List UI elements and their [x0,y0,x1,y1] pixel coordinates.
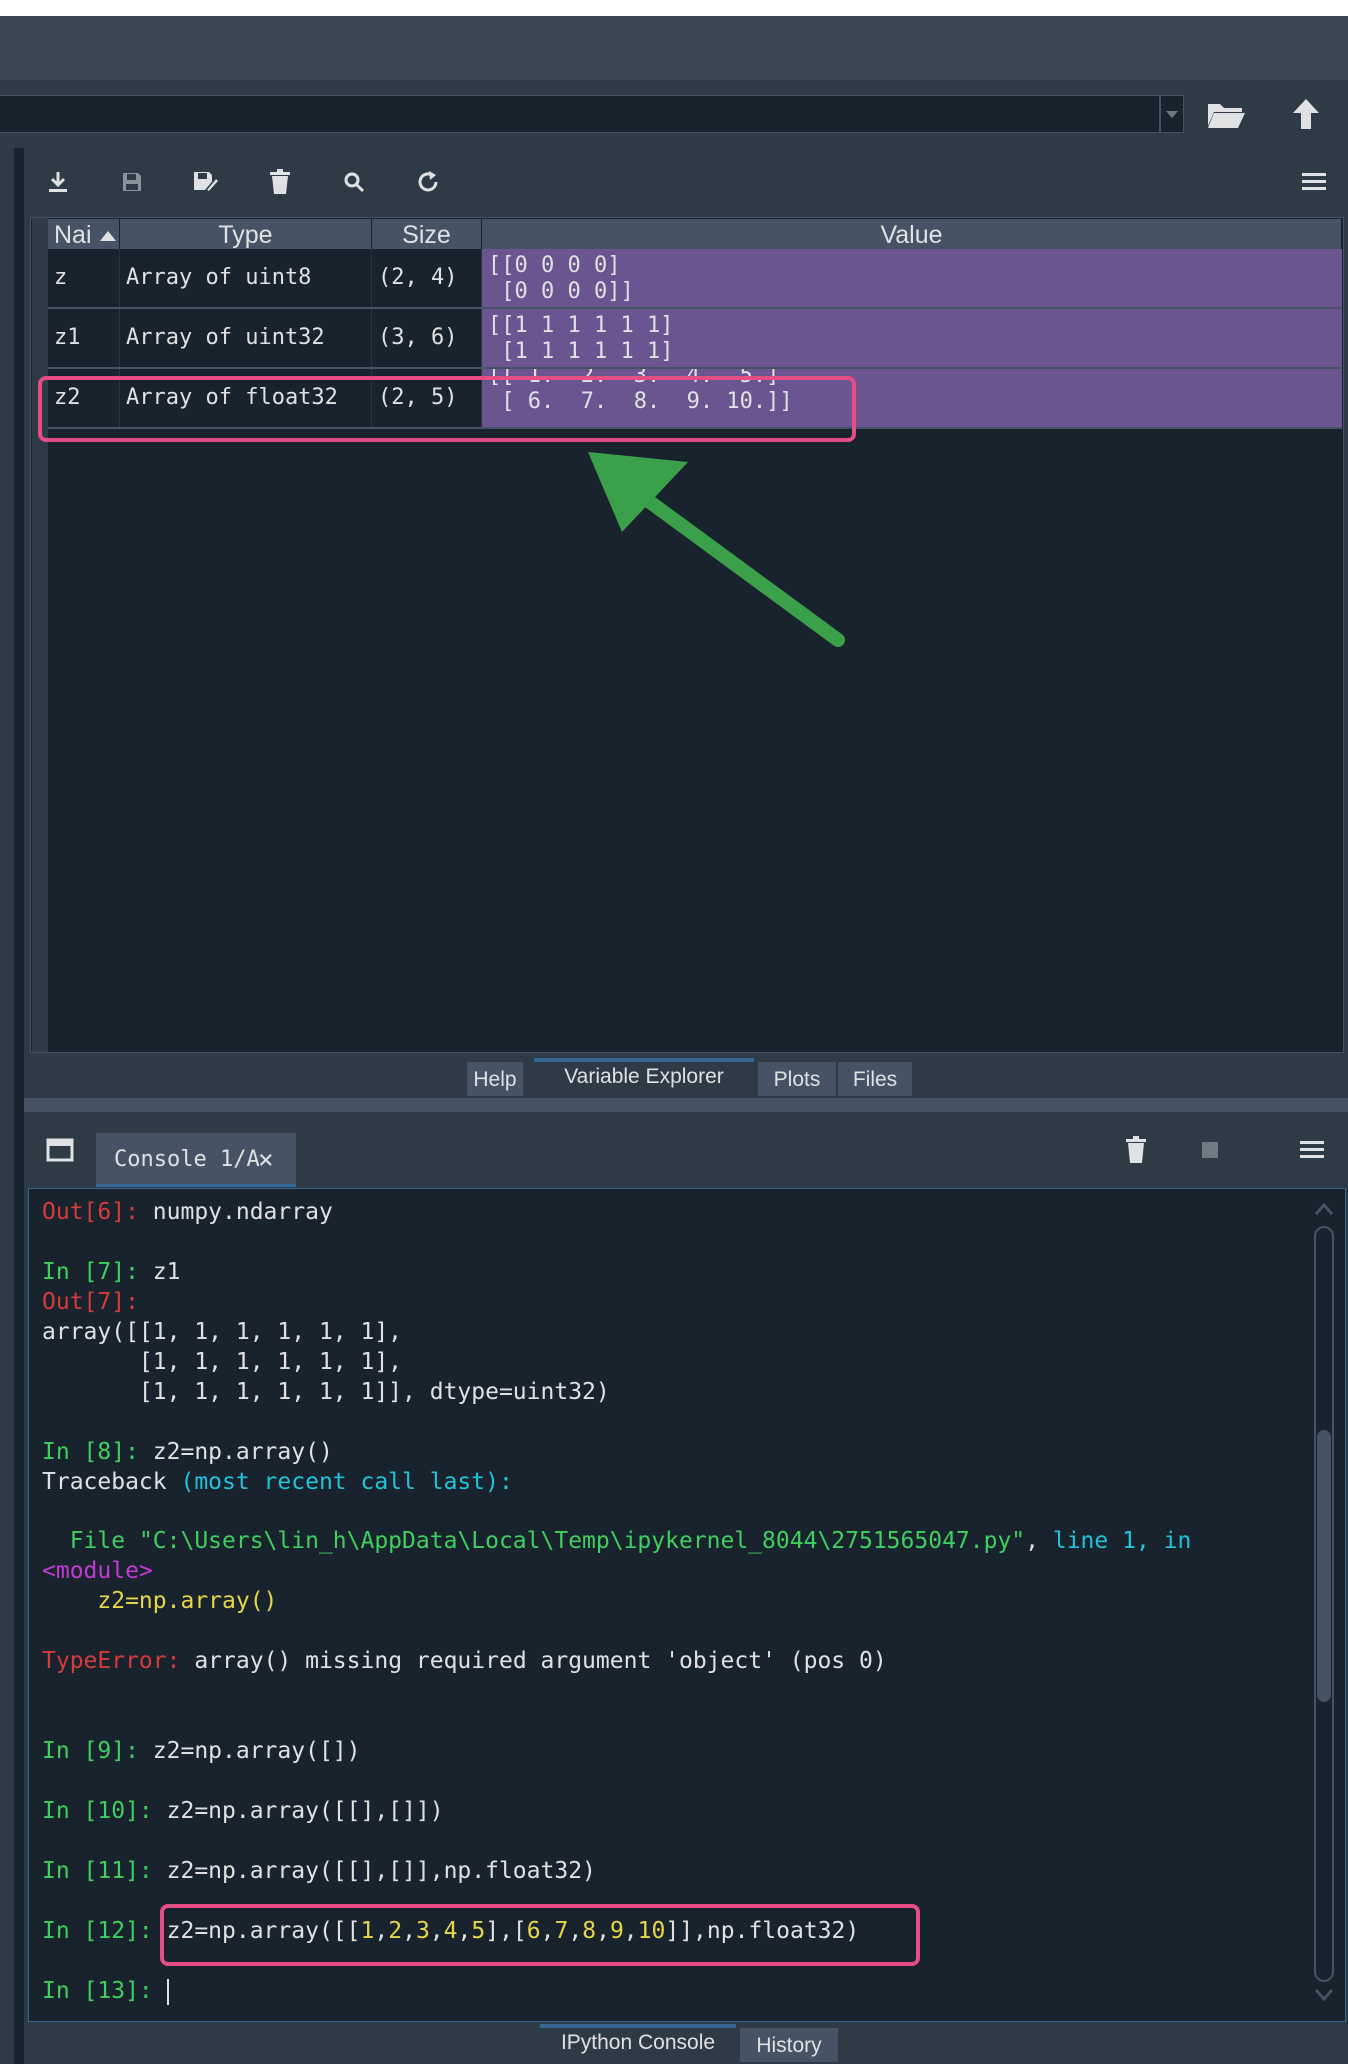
console-line: [1, 1, 1, 1, 1, 1]], dtype=uint32) [42,1379,610,1405]
file-path: "C:\Users\lin_h\AppData\Local\Temp\ipyke… [138,1528,1026,1554]
stop-icon[interactable] [1188,1128,1232,1172]
console-line: Traceback (most recent call last): [42,1467,513,1497]
console-line: [1, 1, 1, 1, 1, 1], [42,1349,403,1375]
console-line: In [9]: z2=np.array([]) [42,1736,361,1766]
console-line: File "C:\Users\lin_h\AppData\Local\Temp\… [42,1526,1192,1556]
working-directory-combobox[interactable] [0,95,1160,133]
input-code: z2=np.array([[],[]],np.float32) [152,1858,596,1884]
variable-row-z[interactable]: z Array of uint8 (2, 4) [[0 0 0 0] [0 0 … [48,249,1342,307]
input-code: z2=np.array([]) [138,1738,361,1764]
variable-size-cell: (2, 4) [372,249,482,307]
column-header-value[interactable]: Value [482,219,1342,249]
console-line: TypeError: array() missing required argu… [42,1646,887,1676]
variable-explorer-toolbar [24,152,1348,212]
title-bar [0,16,1348,81]
out-prompt: Out[7]: [42,1289,139,1315]
scroll-up-icon[interactable] [1314,1202,1334,1216]
error-type: TypeError: [42,1648,181,1674]
in-prompt: In [7]: [42,1259,139,1285]
traceback-label: Traceback [42,1469,167,1495]
console-line: Out[7]: [42,1287,139,1317]
value-line: [0 0 0 0]] [488,279,634,304]
console-line: In [8]: z2=np.array() [42,1437,333,1467]
highlight-box-z2-row [38,376,856,442]
console-line: Out[6]: numpy.ndarray [42,1197,333,1227]
in-prompt: In [12]: [42,1918,153,1944]
import-data-icon[interactable] [36,160,80,204]
delete-all-icon[interactable] [258,160,302,204]
value-line: [1 1 1 1 1 1] [488,339,674,364]
in-prompt: In [11]: [42,1858,153,1884]
module-name: <module> [42,1558,153,1584]
in-word: , in [1135,1528,1192,1554]
value-line: [[0 0 0 0] [488,253,621,278]
variable-type-cell: Array of uint32 [120,309,372,367]
console-line: In [7]: z1 [42,1257,180,1287]
column-header-type[interactable]: Type [120,219,372,249]
scroll-down-icon[interactable] [1314,1988,1334,2002]
save-as-icon[interactable] [184,160,228,204]
tab-console-1a[interactable]: Console 1/A × [96,1133,296,1187]
console-scrollbar-thumb[interactable] [1317,1430,1331,1702]
console-line: z2=np.array() [42,1588,278,1614]
tab-plots[interactable]: Plots [758,1062,836,1096]
traceback-note: (most recent call last): [166,1469,513,1495]
in-prompt: In [8]: [42,1439,139,1465]
input-code: z2=np.array() [138,1439,333,1465]
tab-variable-explorer[interactable]: Variable Explorer [534,1058,754,1096]
left-dock-edge [0,148,14,2064]
column-header-name[interactable]: Nai [48,219,120,249]
close-icon[interactable]: × [258,1133,274,1187]
variable-table-row-gutter [32,218,48,1052]
arrow-up-icon[interactable] [1284,92,1328,136]
text-cursor [166,1978,169,2005]
left-dock-gap [14,148,24,2064]
highlight-box-in12 [160,1904,920,1966]
input-code: z2=np.array([[],[]]) [152,1798,444,1824]
console-input-line[interactable]: In [13]: [42,1976,169,2006]
variable-row-z1[interactable]: z1 Array of uint32 (3, 6) [[1 1 1 1 1 1]… [48,309,1342,367]
variable-name-cell: z1 [48,309,120,367]
column-header-size[interactable]: Size [372,219,482,249]
tab-ipython-console[interactable]: IPython Console [540,2024,736,2062]
value-line: [[1 1 1 1 1 1] [488,313,674,338]
in-prompt: In [9]: [42,1738,139,1764]
search-icon[interactable] [332,160,376,204]
console-line: In [11]: z2=np.array([[],[]],np.float32) [42,1856,596,1886]
tab-files[interactable]: Files [838,1062,912,1096]
console-tab-label: Console 1/A [114,1147,260,1172]
window-top-edge [0,0,1348,16]
chevron-down-icon [1166,111,1178,118]
annotation-arrow [588,452,845,647]
line-word: line [1039,1528,1123,1554]
sort-ascending-icon [100,231,117,242]
output-text: numpy.ndarray [138,1199,333,1225]
line-number: 1 [1122,1528,1136,1554]
variable-type-cell: Array of uint8 [120,249,372,307]
in-prompt: In [10]: [42,1798,153,1824]
refresh-icon[interactable] [406,160,450,204]
console-line: <module> [42,1556,153,1586]
save-icon[interactable] [110,160,154,204]
console-options-menu-icon[interactable] [1290,1128,1334,1172]
in-prompt: In [13]: [42,1978,153,2004]
variable-value-cell: [[0 0 0 0] [0 0 0 0]] [482,249,1342,307]
console-line: In [10]: z2=np.array([[],[]]) [42,1796,444,1826]
variable-name-cell: z [48,249,120,307]
tab-help[interactable]: Help [467,1062,523,1096]
out-prompt: Out[6]: [42,1199,139,1225]
punct: , [1025,1528,1040,1554]
tab-history[interactable]: History [740,2028,838,2062]
file-word: File [42,1528,139,1554]
variable-size-cell: (3, 6) [372,309,482,367]
folder-open-icon[interactable] [1204,92,1248,136]
browse-tabs-icon[interactable] [38,1128,82,1172]
input-code: z1 [138,1259,181,1285]
options-menu-icon[interactable] [1292,160,1336,204]
variable-value-cell: [[1 1 1 1 1 1] [1 1 1 1 1 1] [482,309,1342,367]
error-message: array() missing required argument 'objec… [180,1648,887,1674]
console-line: array([[1, 1, 1, 1, 1, 1], [42,1319,403,1345]
delete-icon[interactable] [1114,1128,1158,1172]
pane-splitter[interactable] [24,1098,1348,1112]
